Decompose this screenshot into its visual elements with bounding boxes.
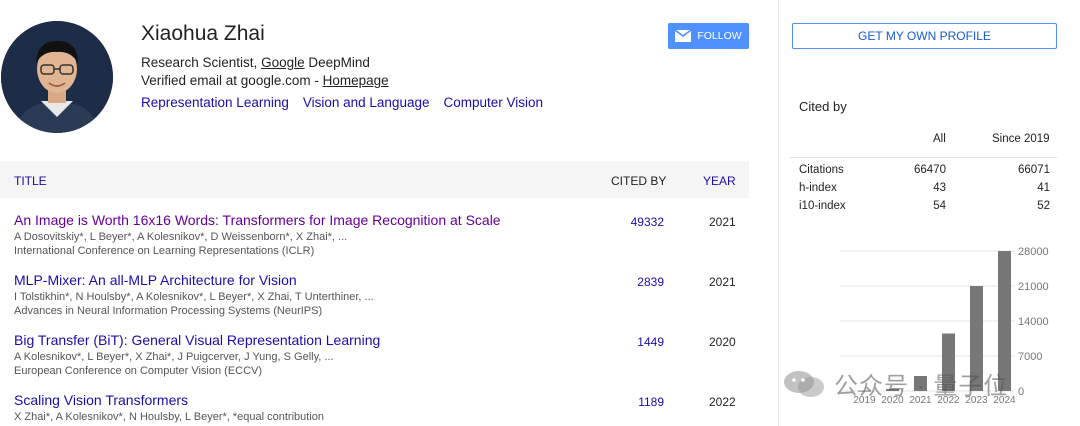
stats-divider xyxy=(790,157,1057,158)
sort-by-title[interactable]: TITLE xyxy=(14,174,47,188)
y-tick-label: 7000 xyxy=(1018,351,1042,363)
stats-col-since[interactable]: Since 2019 xyxy=(992,133,1050,145)
stat-all: 54 xyxy=(933,200,946,212)
stats-col-all[interactable]: All xyxy=(933,133,946,145)
watermark-text: 公众号 · 量子位 xyxy=(834,373,1009,400)
cited-by-count[interactable]: 49332 xyxy=(631,215,664,229)
get-my-own-profile-button[interactable]: GET MY OWN PROFILE xyxy=(792,23,1057,49)
y-tick-label: 28000 xyxy=(1018,246,1049,258)
paper-year: 2021 xyxy=(709,215,736,229)
verified-email: Verified email at google.com - Homepage xyxy=(141,73,389,88)
paper-year: 2022 xyxy=(709,395,736,409)
stat-label[interactable]: i10-index xyxy=(799,200,846,212)
paper-venue: Advances in Neural Information Processin… xyxy=(14,305,323,317)
paper-year: 2021 xyxy=(709,275,736,289)
watermark: 公众号 · 量子位 xyxy=(782,366,1008,401)
interest-link[interactable]: Computer Vision xyxy=(443,95,543,110)
email-text: Verified email at google.com - xyxy=(141,73,323,88)
stat-since: 52 xyxy=(1037,200,1050,212)
y-tick-label: 14000 xyxy=(1018,316,1049,328)
cited-by-count[interactable]: 2839 xyxy=(637,275,664,289)
y-tick-label: 0 xyxy=(1018,386,1024,398)
paper-title-link[interactable]: An Image is Worth 16x16 Words: Transform… xyxy=(14,212,501,228)
envelope-icon xyxy=(675,30,692,42)
column-divider xyxy=(778,0,779,426)
paper-authors: A Kolesnikov*, L Beyer*, X Zhai*, J Puig… xyxy=(14,351,334,363)
paper-authors: I Tolstikhin*, N Houlsby*, A Kolesnikov*… xyxy=(14,291,374,303)
paper-authors: A Dosovitskiy*, L Beyer*, A Kolesnikov*,… xyxy=(14,231,348,243)
interest-link[interactable]: Vision and Language xyxy=(303,95,430,110)
affiliation-prefix: Research Scientist, xyxy=(141,55,262,70)
paper-title-link[interactable]: Scaling Vision Transformers xyxy=(14,392,188,408)
affiliation: Research Scientist, Google DeepMind xyxy=(141,55,370,70)
paper-title-link[interactable]: Big Transfer (BiT): General Visual Repre… xyxy=(14,332,380,348)
stat-label[interactable]: Citations xyxy=(799,164,844,176)
paper-title-link[interactable]: MLP-Mixer: An all-MLP Architecture for V… xyxy=(14,272,297,288)
wechat-icon xyxy=(784,370,824,397)
paper-venue: International Conference on Learning Rep… xyxy=(14,245,315,257)
cited-by-header: CITED BY xyxy=(611,174,667,188)
paper-venue: European Conference on Computer Vision (… xyxy=(14,365,263,377)
stat-all: 43 xyxy=(933,182,946,194)
follow-label: FOLLOW xyxy=(697,30,742,42)
paper-authors: X Zhai*, A Kolesnikov*, N Houlsby, L Bey… xyxy=(14,411,325,423)
cited-by-count[interactable]: 1189 xyxy=(638,395,664,409)
stat-label[interactable]: h-index xyxy=(799,182,837,194)
avatar xyxy=(1,21,113,133)
profile-name: Xiaohua Zhai xyxy=(141,22,265,45)
paper-year: 2020 xyxy=(709,335,736,349)
sort-by-year[interactable]: YEAR xyxy=(703,174,736,188)
cited-by-title: Cited by xyxy=(799,99,847,114)
research-interests: Representation Learning Vision and Langu… xyxy=(141,95,543,110)
affiliation-suffix: DeepMind xyxy=(304,55,370,70)
interest-link[interactable]: Representation Learning xyxy=(141,95,289,110)
stat-since: 66071 xyxy=(1018,164,1050,176)
y-tick-label: 21000 xyxy=(1018,281,1049,293)
follow-button[interactable]: FOLLOW xyxy=(668,23,749,49)
homepage-link[interactable]: Homepage xyxy=(323,73,389,88)
affiliation-link[interactable]: Google xyxy=(261,55,305,70)
stat-all: 66470 xyxy=(914,164,946,176)
stat-since: 41 xyxy=(1037,182,1050,194)
cited-by-count[interactable]: 1449 xyxy=(637,335,664,349)
table-header: TITLE CITED BY YEAR xyxy=(0,161,749,198)
